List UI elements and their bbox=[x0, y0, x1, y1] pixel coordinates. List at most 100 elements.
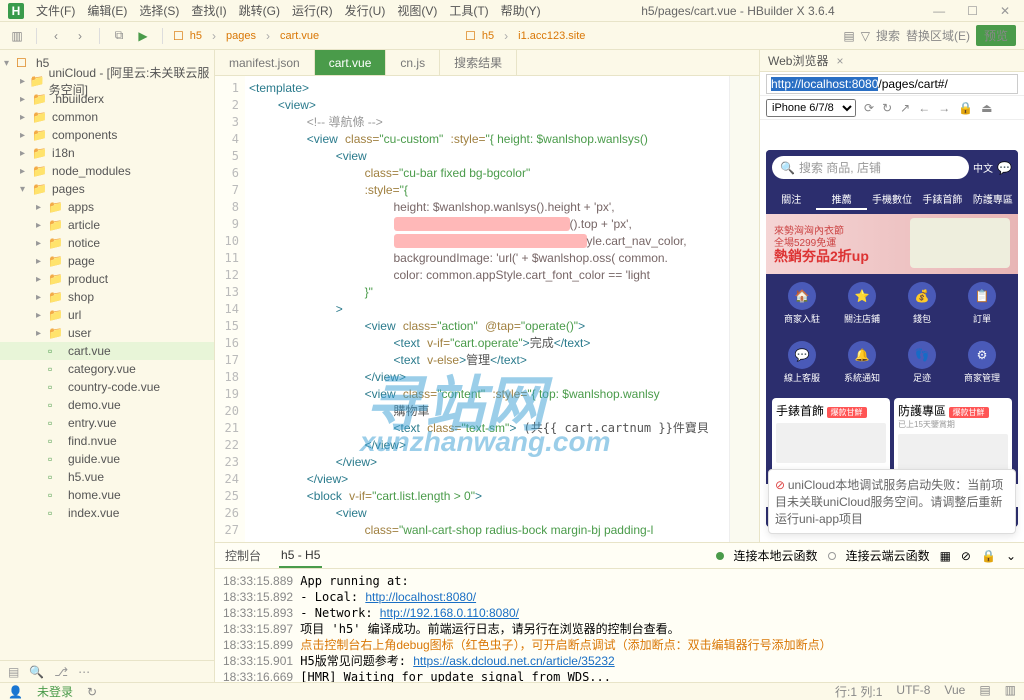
menu-goto[interactable]: 跳转(G) bbox=[235, 0, 284, 21]
user-icon[interactable]: 👤 bbox=[8, 685, 23, 699]
tab-manifest[interactable]: manifest.json bbox=[215, 50, 315, 75]
tree-item[interactable]: ▸📁i18n bbox=[0, 144, 214, 162]
menu-tile[interactable]: 💰錢包 bbox=[894, 282, 950, 325]
tree-item[interactable]: ▸📁page bbox=[0, 252, 214, 270]
preview-button[interactable]: 预览 bbox=[976, 25, 1016, 46]
menu-tile[interactable]: ⚙商家管理 bbox=[954, 341, 1010, 384]
tree-item[interactable]: ▫h5.vue bbox=[0, 468, 214, 486]
sync-status[interactable]: ↻ bbox=[87, 685, 97, 699]
tree-item[interactable]: ▫home.vue bbox=[0, 486, 214, 504]
tree-item[interactable]: ▸📁apps bbox=[0, 198, 214, 216]
tree-item[interactable]: ▸📁uniCloud - [阿里云:未关联云服务空间] bbox=[0, 72, 214, 90]
filter-icon[interactable]: ▽ bbox=[861, 29, 870, 43]
terminal-icon[interactable]: ⧉ bbox=[110, 27, 128, 45]
tab-cart[interactable]: cart.vue bbox=[315, 50, 387, 75]
collapse-icon[interactable]: ⌄ bbox=[1006, 549, 1016, 563]
url-input[interactable]: http://localhost:8080/pages/cart#/ bbox=[766, 74, 1018, 94]
breadcrumb2[interactable]: h5 bbox=[482, 30, 494, 42]
code-editor[interactable]: 1234567891011121314151617181920212223242… bbox=[215, 76, 759, 542]
close-icon[interactable]: × bbox=[836, 54, 843, 68]
fwd-icon[interactable]: → bbox=[938, 101, 950, 115]
tree-item[interactable]: ▸📁article bbox=[0, 216, 214, 234]
menu-publish[interactable]: 发行(U) bbox=[341, 0, 390, 21]
panel-icon[interactable]: ▤ bbox=[979, 683, 990, 700]
encoding[interactable]: UTF-8 bbox=[896, 683, 930, 700]
clear-icon[interactable]: ⊘ bbox=[961, 549, 971, 563]
cursor-position[interactable]: 行:1 列:1 bbox=[835, 683, 882, 700]
tree-item[interactable]: ▸📁components bbox=[0, 126, 214, 144]
tab-search-results[interactable]: 搜索结果 bbox=[440, 50, 517, 75]
menu-tile[interactable]: 💬線上客服 bbox=[774, 341, 830, 384]
tree-item[interactable]: ▸📁common bbox=[0, 108, 214, 126]
home-icon[interactable]: ← bbox=[918, 101, 930, 115]
device-select[interactable]: iPhone 6/7/8 bbox=[766, 99, 856, 117]
open-icon[interactable]: ↗ bbox=[900, 101, 910, 115]
breadcrumb[interactable]: pages bbox=[226, 30, 256, 42]
menu-tools[interactable]: 工具(T) bbox=[445, 0, 492, 21]
tree-item[interactable]: ▫cart.vue bbox=[0, 342, 214, 360]
panel-icon[interactable]: ▥ bbox=[1005, 683, 1016, 700]
sidebar-toggle-icon[interactable]: ▥ bbox=[8, 27, 26, 45]
layout-icon[interactable]: ▤ bbox=[843, 29, 854, 43]
explorer-icon[interactable]: ▤ bbox=[8, 665, 19, 679]
tree-item[interactable]: ▫country-code.vue bbox=[0, 378, 214, 396]
maximize-button[interactable]: ☐ bbox=[961, 4, 984, 18]
tree-item[interactable]: ▸📁notice bbox=[0, 234, 214, 252]
eject-icon[interactable]: ⏏ bbox=[981, 101, 992, 115]
stop-icon[interactable]: ▦ bbox=[940, 549, 951, 563]
tree-item[interactable]: ▫category.vue bbox=[0, 360, 214, 378]
menu-select[interactable]: 选择(S) bbox=[135, 0, 183, 21]
tree-item[interactable]: ▸📁product bbox=[0, 270, 214, 288]
error-toast[interactable]: ⊘ uniCloud本地调试服务启动失败：当前项目未关联uniCloud服务空间… bbox=[768, 469, 1016, 534]
tree-item[interactable]: ▸📁node_modules bbox=[0, 162, 214, 180]
tree-item[interactable]: ▫entry.vue bbox=[0, 414, 214, 432]
menu-tile[interactable]: ⭐關注店鋪 bbox=[834, 282, 890, 325]
rotate-icon[interactable]: ⟳ bbox=[864, 101, 874, 115]
product-card[interactable]: 防護專區 爆款甘鮮已上15天鑒賞期 bbox=[894, 398, 1012, 478]
tree-item[interactable]: ▫index.vue bbox=[0, 504, 214, 522]
menu-help[interactable]: 帮助(Y) bbox=[497, 0, 545, 21]
tree-item[interactable]: ▸📁user bbox=[0, 324, 214, 342]
tree-item[interactable]: ▫guide.vue bbox=[0, 450, 214, 468]
tree-item[interactable]: ▫demo.vue bbox=[0, 396, 214, 414]
search-icon[interactable]: 🔍 bbox=[29, 665, 44, 679]
scm-icon[interactable]: ⎇ bbox=[54, 665, 68, 679]
remote-cloud-label[interactable]: 连接云端云函数 bbox=[846, 547, 930, 564]
product-card[interactable]: 手錶首飾 爆款甘鮮 bbox=[772, 398, 890, 478]
menu-tile[interactable]: 👣足迹 bbox=[894, 341, 950, 384]
search-input[interactable]: 🔍 搜索 商品, 店铺 bbox=[772, 156, 969, 179]
tree-item[interactable]: ▸📁shop bbox=[0, 288, 214, 306]
forward-icon[interactable]: › bbox=[71, 27, 89, 45]
menu-file[interactable]: 文件(F) bbox=[32, 0, 79, 21]
run-icon[interactable]: ▶ bbox=[134, 27, 152, 45]
menu-tile[interactable]: 🔔系統通知 bbox=[834, 341, 890, 384]
lock-icon[interactable]: 🔒 bbox=[981, 549, 996, 563]
console-tab-h5[interactable]: h5 - H5 bbox=[279, 544, 322, 568]
tab-cnjs[interactable]: cn.js bbox=[386, 50, 440, 75]
lock-icon[interactable]: 🔒 bbox=[958, 101, 973, 115]
menu-tile[interactable]: 🏠商家入駐 bbox=[774, 282, 830, 325]
tree-item[interactable]: ▾📁pages bbox=[0, 180, 214, 198]
breadcrumb[interactable]: h5 bbox=[190, 30, 202, 42]
close-button[interactable]: ✕ bbox=[994, 4, 1016, 18]
lang-switch[interactable]: 中文 bbox=[973, 160, 993, 175]
console-tab[interactable]: 控制台 bbox=[223, 543, 263, 568]
language-mode[interactable]: Vue bbox=[944, 683, 965, 700]
search-label[interactable]: 搜索 bbox=[876, 27, 900, 44]
browser-tab-label[interactable]: Web浏览器 bbox=[768, 52, 828, 69]
breadcrumb[interactable]: cart.vue bbox=[280, 30, 319, 42]
breadcrumb2[interactable]: i1.acc123.site bbox=[518, 30, 585, 42]
local-cloud-label[interactable]: 连接本地云函数 bbox=[734, 547, 818, 564]
back-icon[interactable]: ‹ bbox=[47, 27, 65, 45]
login-status[interactable]: 未登录 bbox=[37, 683, 73, 700]
minimize-button[interactable]: — bbox=[927, 4, 951, 18]
refresh-icon[interactable]: ↻ bbox=[882, 101, 892, 115]
menu-view[interactable]: 视图(V) bbox=[393, 0, 441, 21]
menu-find[interactable]: 查找(I) bbox=[187, 0, 230, 21]
more-icon[interactable]: ⋯ bbox=[78, 665, 90, 679]
menu-run[interactable]: 运行(R) bbox=[288, 0, 337, 21]
minimap[interactable] bbox=[729, 76, 759, 542]
menu-tile[interactable]: 📋訂單 bbox=[954, 282, 1010, 325]
replace-label[interactable]: 替换区域(E) bbox=[906, 27, 970, 44]
chat-icon[interactable]: 💬 bbox=[997, 161, 1012, 175]
